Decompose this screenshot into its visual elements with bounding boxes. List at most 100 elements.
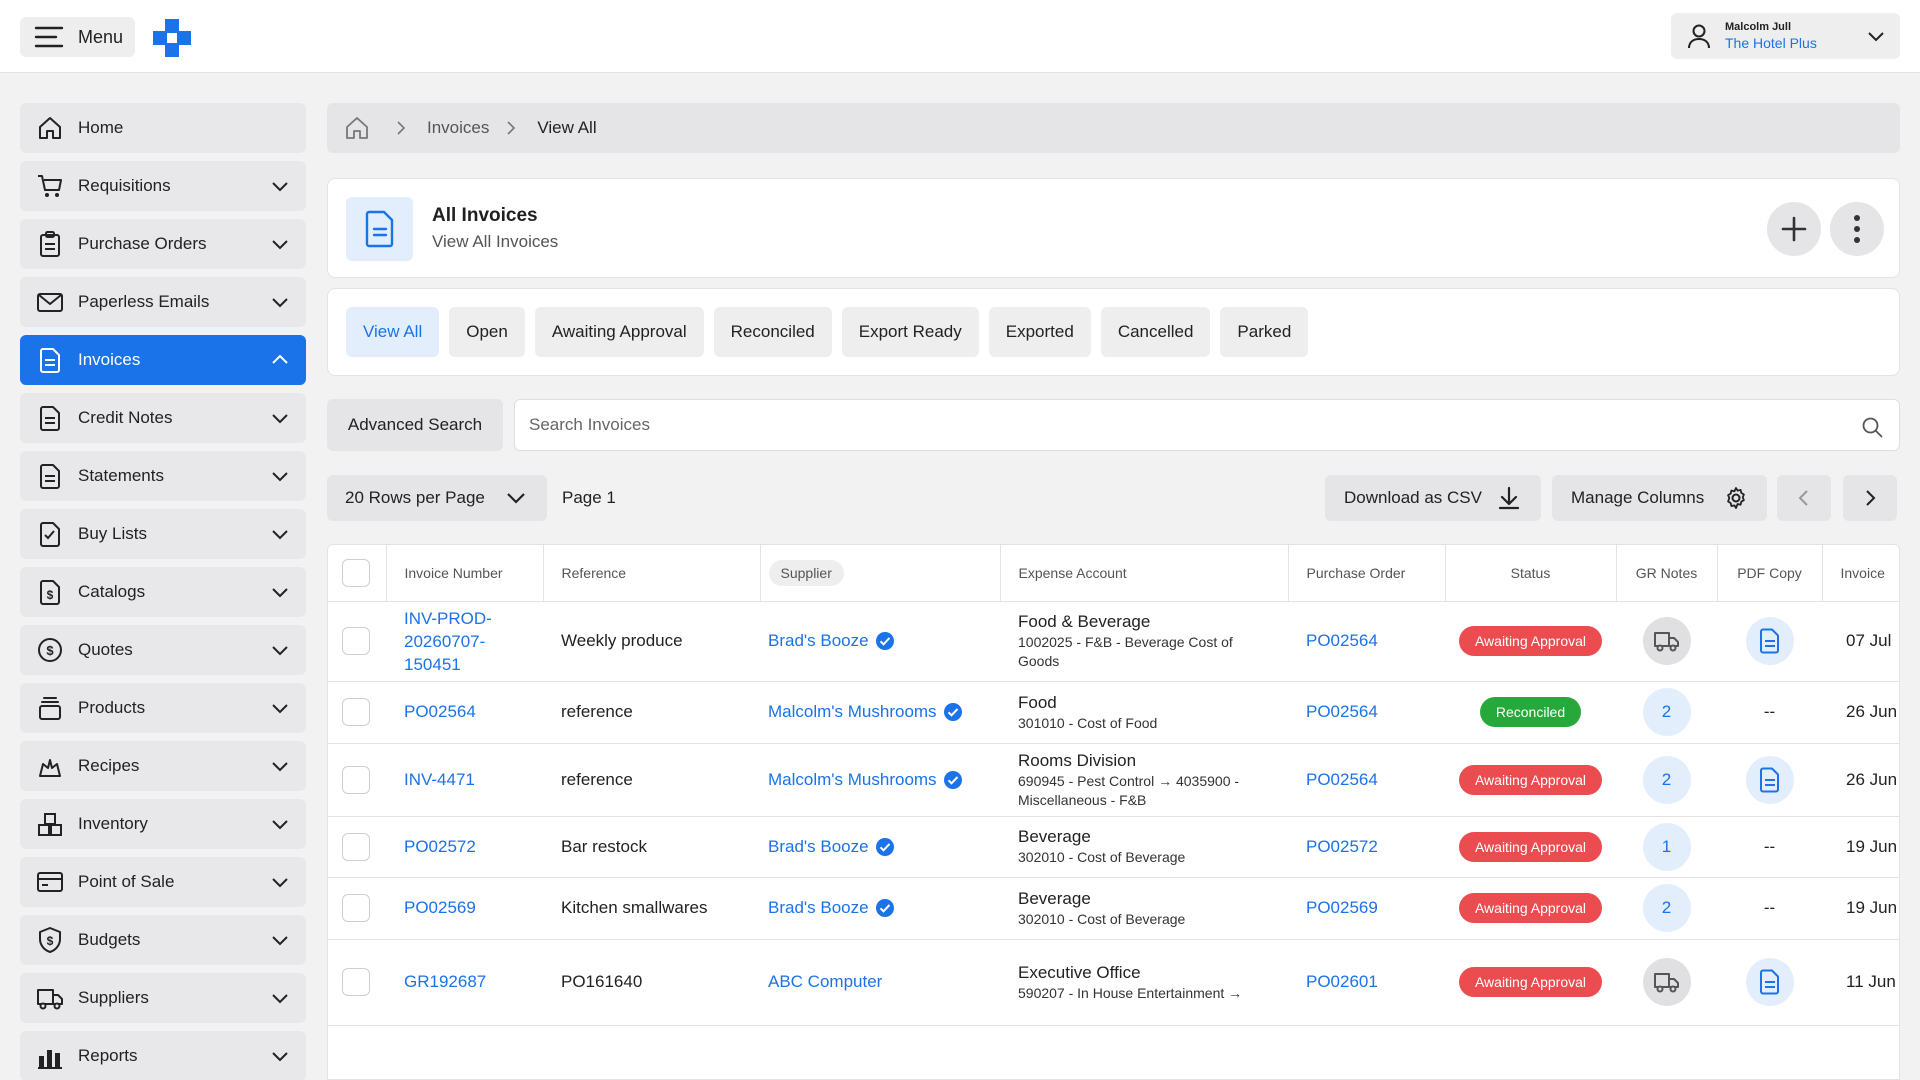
chevron-down-icon[interactable] xyxy=(270,872,290,892)
tab-export-ready[interactable]: Export Ready xyxy=(841,307,979,357)
gr-notes-button[interactable] xyxy=(1642,617,1691,665)
column-header-gr-notes[interactable]: GR Notes xyxy=(1616,545,1718,602)
sidebar-item-paperless-emails[interactable]: Paperless Emails xyxy=(20,277,306,327)
supplier-link[interactable]: ABC Computer xyxy=(768,972,882,992)
chevron-down-icon[interactable] xyxy=(270,466,290,486)
supplier-link[interactable]: Brad's Booze xyxy=(768,837,895,857)
add-invoice-button[interactable] xyxy=(1767,202,1821,256)
supplier-link[interactable]: Malcolm's Mushrooms xyxy=(768,770,963,790)
next-page-button[interactable] xyxy=(1843,475,1897,521)
supplier-link[interactable]: Malcolm's Mushrooms xyxy=(768,702,963,722)
sidebar-item-home[interactable]: Home xyxy=(20,103,306,153)
invoice-number-link[interactable]: INV-4471 xyxy=(404,770,475,789)
table-row[interactable]: PO02572 Bar restock Brad's Booze Beverage 30… xyxy=(328,816,1899,878)
purchase-order-link[interactable]: PO02564 xyxy=(1306,770,1378,789)
tab-cancelled[interactable]: Cancelled xyxy=(1100,307,1211,357)
tab-open[interactable]: Open xyxy=(449,307,525,357)
column-header-status[interactable]: Status xyxy=(1445,545,1617,602)
user-menu[interactable]: Malcolm Jull The Hotel Plus xyxy=(1671,13,1900,59)
sidebar-item-invoices[interactable]: Invoices xyxy=(20,335,306,385)
sidebar-item-suppliers[interactable]: Suppliers xyxy=(20,973,306,1023)
select-all-checkbox[interactable] xyxy=(342,558,370,587)
chevron-down-icon[interactable] xyxy=(270,640,290,660)
rows-per-page-select[interactable]: 20 Rows per Page xyxy=(327,475,547,521)
table-row[interactable]: GR192687 PO161640 ABC Computer Executive Of… xyxy=(328,939,1899,1026)
tab-view-all[interactable]: View All xyxy=(346,307,440,357)
pdf-copy-button[interactable] xyxy=(1745,617,1794,665)
sidebar-item-recipes[interactable]: Recipes xyxy=(20,741,306,791)
advanced-search-button[interactable]: Advanced Search xyxy=(327,399,503,451)
sidebar-item-purchase-orders[interactable]: Purchase Orders xyxy=(20,219,306,269)
column-header-invoice-date[interactable]: Invoice xyxy=(1822,545,1899,602)
tab-reconciled[interactable]: Reconciled xyxy=(713,307,832,357)
sidebar-item-quotes[interactable]: $ Quotes xyxy=(20,625,306,675)
invoice-number-link[interactable]: GR192687 xyxy=(404,972,486,991)
chevron-down-icon[interactable] xyxy=(270,814,290,834)
column-header-expense-account[interactable]: Expense Account xyxy=(1000,545,1289,602)
purchase-order-link[interactable]: PO02601 xyxy=(1306,972,1378,991)
sidebar-item-budgets[interactable]: $ Budgets xyxy=(20,915,306,965)
gr-notes-count[interactable]: 1 xyxy=(1642,822,1691,871)
more-options-button[interactable] xyxy=(1830,202,1884,256)
column-header-purchase-order[interactable]: Purchase Order xyxy=(1288,545,1446,602)
tab-parked[interactable]: Parked xyxy=(1220,307,1309,357)
chevron-down-icon[interactable] xyxy=(270,234,290,254)
table-row[interactable]: PO02564 reference Malcolm's Mushrooms Food 3… xyxy=(328,681,1899,744)
sidebar-item-inventory[interactable]: Inventory xyxy=(20,799,306,849)
sidebar-item-statements[interactable]: Statements xyxy=(20,451,306,501)
gr-notes-button[interactable] xyxy=(1642,958,1691,1006)
invoice-number-link[interactable]: PO02564 xyxy=(404,702,476,721)
sidebar-item-requisitions[interactable]: Requisitions xyxy=(20,161,306,211)
chevron-down-icon[interactable] xyxy=(270,524,290,544)
purchase-order-link[interactable]: PO02572 xyxy=(1306,837,1378,856)
sidebar-item-buy-lists[interactable]: Buy Lists xyxy=(20,509,306,559)
table-row[interactable]: PO02569 Kitchen smallwares Brad's Booze Bev… xyxy=(328,877,1899,940)
sidebar-item-products[interactable]: Products xyxy=(20,683,306,733)
chevron-down-icon[interactable] xyxy=(270,930,290,950)
sidebar-item-catalogs[interactable]: $ Catalogs xyxy=(20,567,306,617)
supplier-link[interactable]: Brad's Booze xyxy=(768,631,895,651)
breadcrumb-invoices[interactable]: Invoices xyxy=(427,118,489,138)
previous-page-button[interactable] xyxy=(1777,475,1831,521)
search-input[interactable] xyxy=(515,400,1899,450)
invoice-number-link[interactable]: PO02569 xyxy=(404,898,476,917)
chevron-down-icon[interactable] xyxy=(270,582,290,602)
tab-exported[interactable]: Exported xyxy=(988,307,1091,357)
chevron-up-icon[interactable] xyxy=(270,350,290,370)
gr-notes-count[interactable]: 2 xyxy=(1642,755,1691,804)
column-header-invoice-number[interactable]: Invoice Number xyxy=(386,545,544,602)
chevron-down-icon[interactable] xyxy=(270,292,290,312)
chevron-down-icon[interactable] xyxy=(270,698,290,718)
column-header-pdf-copy[interactable]: PDF Copy xyxy=(1717,545,1823,602)
download-csv-button[interactable]: Download as CSV xyxy=(1325,475,1541,521)
table-row[interactable]: INV-4471 reference Malcolm's Mushrooms Room… xyxy=(328,743,1899,817)
search-icon[interactable] xyxy=(1861,416,1883,438)
sidebar-item-reports[interactable]: Reports xyxy=(20,1031,306,1080)
pdf-copy-button[interactable] xyxy=(1745,755,1794,804)
sidebar-item-point-of-sale[interactable]: Point of Sale xyxy=(20,857,306,907)
chevron-down-icon[interactable] xyxy=(270,1046,290,1066)
row-checkbox[interactable] xyxy=(342,894,370,922)
purchase-order-link[interactable]: PO02564 xyxy=(1306,702,1378,721)
pdf-copy-button[interactable] xyxy=(1745,958,1794,1006)
table-row[interactable]: INV-PROD- 20260707- 150451 Weekly produce Br… xyxy=(328,601,1899,682)
supplier-link[interactable]: Brad's Booze xyxy=(768,898,895,918)
logo-icon[interactable] xyxy=(151,17,193,59)
row-checkbox[interactable] xyxy=(342,698,370,726)
manage-columns-button[interactable]: Manage Columns xyxy=(1552,475,1767,521)
column-header-reference[interactable]: Reference xyxy=(543,545,761,602)
row-checkbox[interactable] xyxy=(342,968,370,996)
tab-awaiting-approval[interactable]: Awaiting Approval xyxy=(534,307,704,357)
invoice-number-link[interactable]: PO02572 xyxy=(404,837,476,856)
gr-notes-count[interactable]: 2 xyxy=(1642,884,1691,932)
chevron-down-icon[interactable] xyxy=(270,756,290,776)
sidebar-item-credit-notes[interactable]: Credit Notes xyxy=(20,393,306,443)
row-checkbox[interactable] xyxy=(342,627,370,655)
chevron-down-icon[interactable] xyxy=(270,988,290,1008)
row-checkbox[interactable] xyxy=(342,765,370,794)
chevron-down-icon[interactable] xyxy=(270,408,290,428)
row-checkbox[interactable] xyxy=(342,832,370,861)
chevron-down-icon[interactable] xyxy=(270,176,290,196)
purchase-order-link[interactable]: PO02569 xyxy=(1306,898,1378,917)
home-icon[interactable] xyxy=(343,114,371,142)
